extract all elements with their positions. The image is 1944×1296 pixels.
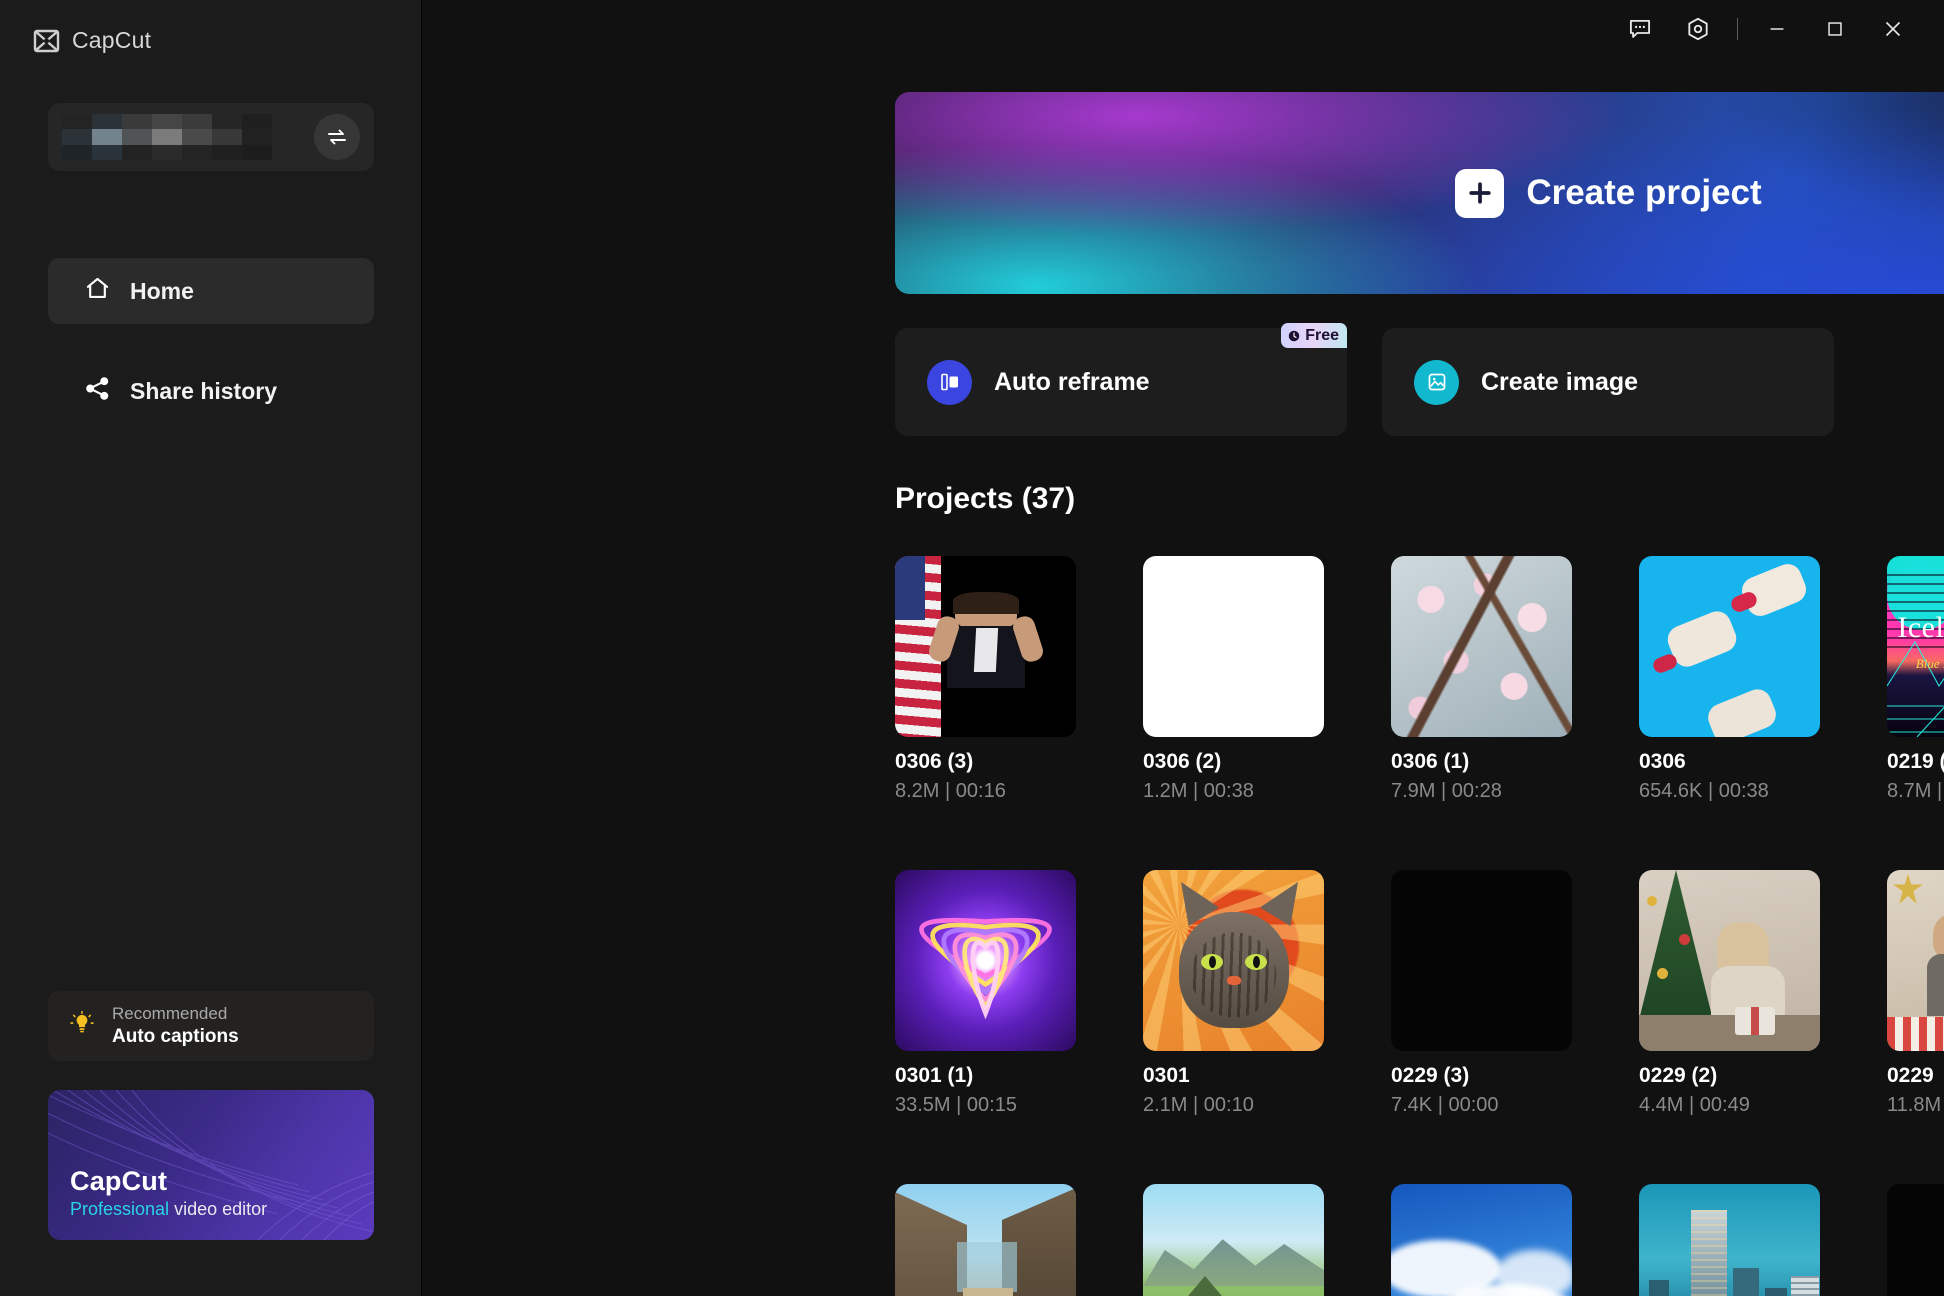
project-name: 0306 (2): [1143, 750, 1324, 774]
project-card[interactable]: 0306 (2) 1.2M | 00:38: [1143, 556, 1324, 803]
project-thumbnail[interactable]: [1143, 1184, 1324, 1296]
promo-subtitle: Professional video editor: [70, 1199, 267, 1220]
project-thumbnail[interactable]: [895, 556, 1076, 737]
capcut-window: CapCut Home: [0, 0, 1944, 1296]
project-thumbnail[interactable]: [1391, 1184, 1572, 1296]
auto-reframe-button[interactable]: Auto reframe Free: [895, 328, 1347, 436]
app-logo: CapCut: [0, 0, 421, 54]
project-meta: 7.9M | 00:28: [1391, 780, 1572, 803]
sidebar-nav: Home Share history: [48, 258, 374, 458]
sidebar-item-label: Home: [130, 278, 194, 305]
titlebar-divider: [1737, 18, 1738, 40]
project-card[interactable]: Iceland Vlog Blue lagoon & icebergs 0219 …: [1887, 556, 1944, 803]
feedback-icon[interactable]: [1611, 7, 1669, 51]
project-card[interactable]: 0301 2.1M | 00:10: [1143, 870, 1324, 1117]
account-name-masked: [62, 114, 272, 160]
project-meta: 654.6K | 00:38: [1639, 780, 1820, 803]
project-card[interactable]: [1391, 1184, 1572, 1296]
project-name: 0229 (3): [1391, 1064, 1572, 1088]
plus-icon: [1455, 169, 1504, 218]
switch-account-icon[interactable]: [314, 114, 360, 160]
auto-reframe-label: Auto reframe: [994, 368, 1150, 397]
project-thumbnail[interactable]: [1639, 556, 1820, 737]
promo-card[interactable]: CapCut Professional video editor: [48, 1090, 374, 1240]
project-card[interactable]: [1887, 1184, 1944, 1296]
sidebar-item-home[interactable]: Home: [48, 258, 374, 324]
close-icon[interactable]: [1864, 7, 1922, 51]
create-project-label: Create project: [1526, 173, 1761, 213]
promo-subtitle-rest: video editor: [169, 1199, 267, 1219]
project-thumbnail[interactable]: [1639, 1184, 1820, 1296]
project-card[interactable]: [1143, 1184, 1324, 1296]
project-name: 0306 (1): [1391, 750, 1572, 774]
project-thumbnail[interactable]: [1143, 556, 1324, 737]
project-meta: 2.1M | 00:10: [1143, 1094, 1324, 1117]
project-thumbnail[interactable]: [1143, 870, 1324, 1051]
project-meta: 33.5M | 00:15: [895, 1094, 1076, 1117]
project-meta: 8.7M | 00:19: [1887, 780, 1944, 803]
main-content: Create project Auto reframe Free: [422, 0, 1944, 1296]
project-name: 0229: [1887, 1064, 1944, 1088]
project-meta: 1.2M | 00:38: [1143, 780, 1324, 803]
create-image-label: Create image: [1481, 368, 1638, 397]
banner-gradient: [895, 92, 1944, 294]
settings-icon[interactable]: [1669, 7, 1727, 51]
projects-grid: 0306 (3) 8.2M | 00:16 0306 (2) 1.2M | 00:38…: [895, 556, 1944, 1296]
image-icon: [1414, 360, 1459, 405]
project-meta: 7.4K | 00:00: [1391, 1094, 1572, 1117]
free-badge-label: Free: [1305, 327, 1339, 345]
project-meta: 4.4M | 00:49: [1639, 1094, 1820, 1117]
create-image-button[interactable]: Create image: [1382, 328, 1834, 436]
lightbulb-icon: [68, 1010, 96, 1043]
project-card[interactable]: 0301 (1) 33.5M | 00:15: [895, 870, 1076, 1117]
share-icon: [84, 375, 111, 407]
project-card[interactable]: 0229 (3) 7.4K | 00:00: [1391, 870, 1572, 1117]
recommended-title: Auto captions: [112, 1025, 239, 1048]
project-name: 0306: [1639, 750, 1820, 774]
home-icon: [84, 275, 111, 307]
project-thumbnail[interactable]: [895, 870, 1076, 1051]
sidebar-item-label: Share history: [130, 378, 277, 405]
projects-header: Projects (37): [895, 482, 1944, 534]
project-thumbnail[interactable]: [1391, 870, 1572, 1051]
project-card[interactable]: 0306 654.6K | 00:38: [1639, 556, 1820, 803]
minimize-icon[interactable]: [1748, 7, 1806, 51]
app-name: CapCut: [72, 27, 151, 54]
project-thumbnail[interactable]: [1887, 1184, 1944, 1296]
title-bar: [422, 0, 1944, 58]
sidebar: CapCut Home: [0, 0, 422, 1296]
project-name: 0301: [1143, 1064, 1324, 1088]
promo-title: CapCut: [70, 1166, 267, 1197]
project-card[interactable]: [895, 1184, 1076, 1296]
project-thumbnail[interactable]: [895, 1184, 1076, 1296]
project-thumbnail[interactable]: [1639, 870, 1820, 1051]
recommended-eyebrow: Recommended: [112, 1004, 239, 1025]
project-thumbnail[interactable]: [1887, 870, 1944, 1051]
project-thumbnail[interactable]: Iceland Vlog Blue lagoon & icebergs: [1887, 556, 1944, 737]
maximize-icon[interactable]: [1806, 7, 1864, 51]
project-name: 0301 (1): [895, 1064, 1076, 1088]
clock-icon: [1287, 329, 1301, 343]
promo-subtitle-accent: Professional: [70, 1199, 169, 1219]
reframe-icon: [927, 360, 972, 405]
project-name: 0229 (2): [1639, 1064, 1820, 1088]
project-meta: 11.8M | 00:48: [1887, 1094, 1944, 1117]
free-badge: Free: [1281, 323, 1347, 348]
page-title: Projects (37): [895, 482, 1944, 516]
project-card[interactable]: 0229 (2) 4.4M | 00:49: [1639, 870, 1820, 1117]
sidebar-item-share-history[interactable]: Share history: [48, 358, 374, 424]
project-name: 0219 (2): [1887, 750, 1944, 774]
project-thumbnail[interactable]: [1391, 556, 1572, 737]
tool-shortcuts: Auto reframe Free Create image: [895, 328, 1834, 436]
project-name: 0306 (3): [895, 750, 1076, 774]
account-switcher[interactable]: [48, 103, 374, 171]
project-card[interactable]: 0229 11.8M | 00:48: [1887, 870, 1944, 1117]
project-card[interactable]: 0306 (1) 7.9M | 00:28: [1391, 556, 1572, 803]
create-project-banner[interactable]: Create project: [895, 92, 1944, 294]
recommended-card[interactable]: Recommended Auto captions: [48, 991, 374, 1061]
capcut-logo-icon: [32, 29, 61, 53]
project-card[interactable]: 0306 (3) 8.2M | 00:16: [895, 556, 1076, 803]
project-meta: 8.2M | 00:16: [895, 780, 1076, 803]
project-card[interactable]: [1639, 1184, 1820, 1296]
